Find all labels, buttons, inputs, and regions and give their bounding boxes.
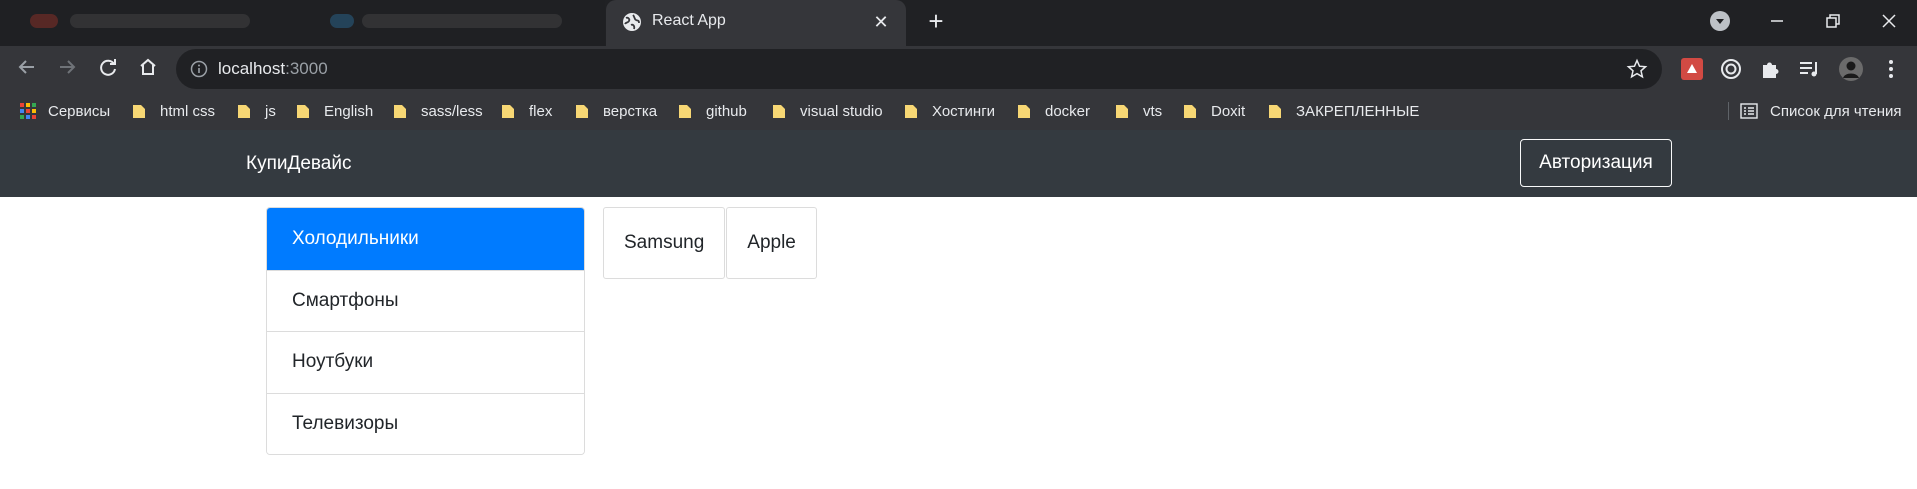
folder-icon [238, 105, 250, 118]
more-menu-icon[interactable] [1878, 56, 1904, 82]
login-button[interactable]: Авторизация [1520, 139, 1672, 187]
extension-red-icon[interactable] [1679, 56, 1705, 82]
bookmark-label: Хостинги [932, 102, 996, 120]
bookmark-label: Сервисы [48, 102, 111, 120]
new-tab-button[interactable]: + [922, 8, 950, 36]
bookmark-label: js [265, 102, 276, 120]
brand-card-apple[interactable]: Apple [726, 207, 817, 279]
profile-avatar-icon[interactable] [1838, 56, 1864, 82]
close-tab-icon[interactable]: ✕ [870, 11, 892, 33]
bookmark-star-icon[interactable] [1626, 58, 1648, 80]
reload-icon[interactable] [93, 52, 123, 82]
brand-card-samsung[interactable]: Samsung [603, 207, 726, 279]
bookmark-folder-flex[interactable]: flex [501, 93, 552, 129]
bookmark-label: github [706, 102, 747, 120]
url-port: :3000 [285, 59, 328, 78]
url-text[interactable]: localhost:3000 [218, 59, 328, 79]
globe-icon [623, 13, 641, 31]
tab-react-app[interactable]: React App ✕ [606, 0, 906, 46]
bookmark-services[interactable]: Сервисы [20, 93, 110, 129]
bookmarks-bar: Сервисы html css js English sass/less fl… [0, 93, 1917, 129]
folder-icon [502, 105, 514, 118]
folder-icon [679, 105, 691, 118]
home-icon[interactable] [133, 52, 163, 82]
bookmark-label: flex [529, 102, 553, 120]
folder-icon [1018, 105, 1030, 118]
bookmark-folder-verstka[interactable]: верстка [575, 93, 657, 129]
reading-list-label: Список для чтения [1770, 102, 1902, 120]
folder-icon [773, 105, 785, 118]
bookmark-label: English [324, 102, 374, 120]
folder-icon [297, 105, 309, 118]
bookmark-label: sass/less [421, 102, 483, 120]
bookmark-folder-pinned[interactable]: ЗАКРЕПЛЕННЫЕ [1268, 93, 1419, 129]
url-host: localhost [218, 59, 286, 78]
restore-icon[interactable] [1818, 6, 1848, 36]
address-bar[interactable]: localhost:3000 [176, 49, 1662, 89]
bookmark-label: html css [160, 102, 216, 120]
bookmark-folder-sass-less[interactable]: sass/less [393, 93, 483, 129]
type-item-smartphones[interactable]: Смартфоны [267, 269, 584, 331]
folder-icon [133, 105, 145, 118]
bookmark-label: vts [1143, 102, 1163, 120]
bookmarks-divider [1728, 102, 1729, 120]
bookmark-label: ЗАКРЕПЛЕННЫЕ [1296, 102, 1420, 120]
folder-icon [1269, 105, 1281, 118]
type-item-tvs[interactable]: Телевизоры [267, 392, 584, 454]
browser-toolbar: localhost:3000 Сервисы html css js Engli… [0, 46, 1917, 130]
bookmark-label: visual studio [800, 102, 883, 120]
bookmark-folder-vts[interactable]: vts [1115, 93, 1162, 129]
app-navbar: КупиДевайс Авторизация [0, 130, 1917, 197]
reading-list-icon [1740, 103, 1758, 119]
bookmark-folder-docker[interactable]: docker [1017, 93, 1090, 129]
bookmark-folder-html-css[interactable]: html css [132, 93, 215, 129]
device-type-list: Холодильники Смартфоны Ноутбуки Телевизо… [266, 207, 585, 455]
tab-title: React App [652, 12, 726, 29]
type-item-refrigerators[interactable]: Холодильники [267, 208, 584, 270]
reading-list-button[interactable]: Список для чтения [1740, 93, 1902, 129]
browser-tab-strip: React App ✕ + [0, 0, 1917, 46]
back-arrow-icon[interactable] [12, 52, 42, 82]
site-info-icon[interactable] [190, 60, 208, 78]
apps-grid-icon [20, 103, 36, 119]
extension-target-icon[interactable] [1718, 56, 1744, 82]
inactive-tabs-blurred[interactable] [0, 0, 605, 46]
media-queue-icon[interactable] [1796, 56, 1822, 82]
brand-bar: Samsung Apple [603, 207, 817, 279]
folder-icon [1116, 105, 1128, 118]
bookmark-label: Doxit [1211, 102, 1246, 120]
type-item-laptops[interactable]: Ноутбуки [267, 331, 584, 393]
bookmark-folder-github[interactable]: github [678, 93, 747, 129]
bookmark-folder-js[interactable]: js [237, 93, 276, 129]
bookmark-folder-english[interactable]: English [296, 93, 373, 129]
folder-icon [576, 105, 588, 118]
forward-arrow-icon[interactable] [52, 52, 82, 82]
extensions-puzzle-icon[interactable] [1757, 56, 1783, 82]
tab-search-icon[interactable] [1710, 11, 1730, 31]
bookmark-folder-hostings[interactable]: Хостинги [904, 93, 995, 129]
folder-icon [1184, 105, 1196, 118]
bookmark-folder-doxit[interactable]: Doxit [1183, 93, 1245, 129]
brand-link[interactable]: КупиДевайс [246, 153, 351, 175]
minimize-icon[interactable] [1762, 6, 1792, 36]
bookmark-folder-visual-studio[interactable]: visual studio [772, 93, 883, 129]
bookmark-label: docker [1045, 102, 1091, 120]
bookmark-label: верстка [603, 102, 658, 120]
folder-icon [394, 105, 406, 118]
folder-icon [905, 105, 917, 118]
close-window-icon[interactable] [1874, 6, 1904, 36]
